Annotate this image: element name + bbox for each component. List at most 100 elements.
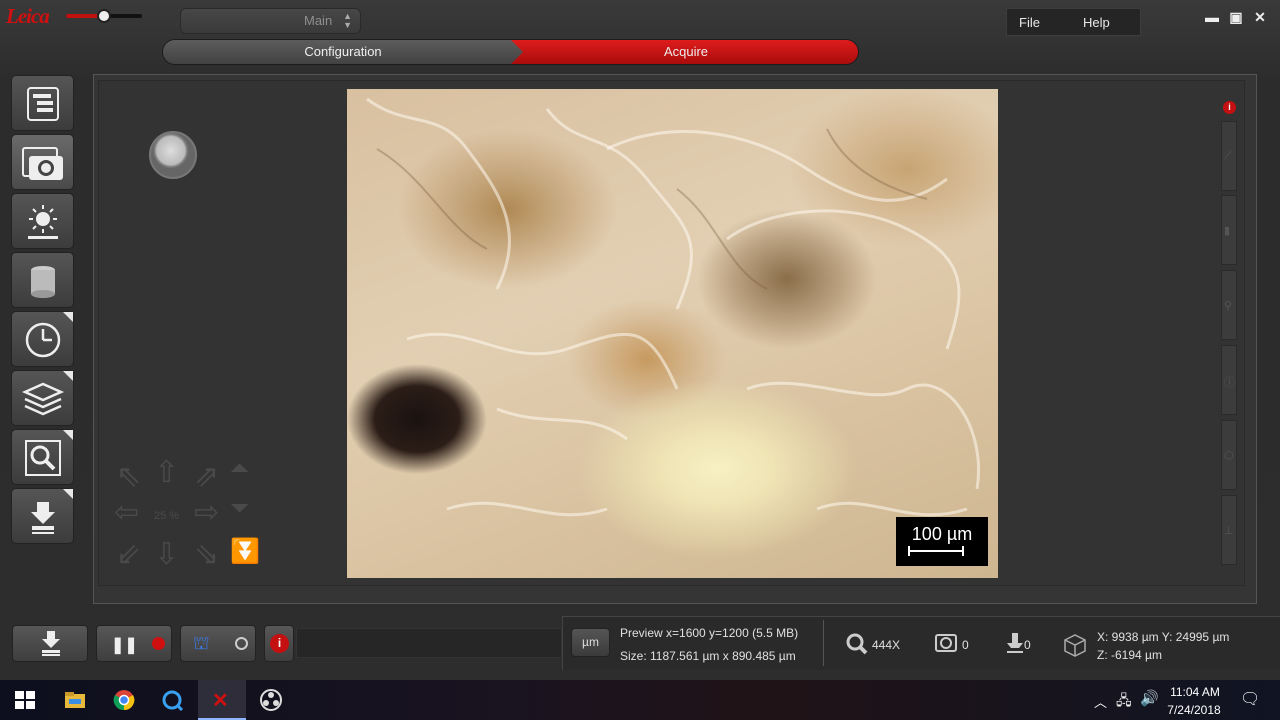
step-acquire[interactable]: Acquire bbox=[511, 40, 858, 64]
leica-taskbar-button[interactable]: ✕ bbox=[198, 680, 246, 720]
windows-taskbar bbox=[0, 680, 1280, 720]
alert-button[interactable]: i bbox=[264, 625, 294, 662]
zoom-inspect-icon bbox=[25, 440, 61, 476]
mode-select[interactable]: Main ▲ ▼ bbox=[180, 8, 361, 34]
pause-icon[interactable]: ❚❚ bbox=[111, 635, 138, 655]
acquire-image-button[interactable] bbox=[12, 625, 88, 662]
arrow-up-left-icon[interactable]: ⇖ bbox=[116, 459, 141, 494]
download-icon bbox=[42, 631, 60, 656]
focus-step-icon[interactable]: ⏷ bbox=[230, 495, 249, 523]
leica-app-icon: ✕ bbox=[212, 690, 229, 712]
exposure-counter-icon bbox=[935, 634, 957, 652]
updown-arrow-icon: ▲ ▼ bbox=[343, 11, 352, 30]
arrow-down-right-icon[interactable]: ⇘ bbox=[194, 537, 219, 572]
tool-time-lapse[interactable] bbox=[11, 311, 74, 367]
tool-illumination[interactable] bbox=[11, 193, 74, 249]
workflow-stepbar: Configuration Acquire bbox=[162, 39, 859, 65]
right-tool-3d[interactable]: ⬡ bbox=[1221, 420, 1237, 490]
stage-z-position: Z: -6194 µm bbox=[1097, 648, 1162, 662]
stage-navigation-pad: ⇖ ⇧ ⇗ ⏶ ⇦ 25 % ⇨ ⏷ ⇙ ⇩ ⇘ ⏬ bbox=[110, 455, 270, 580]
menu-file[interactable]: File bbox=[1019, 15, 1040, 30]
leica-logo: Leica bbox=[6, 4, 50, 28]
tool-workflow[interactable] bbox=[11, 75, 74, 131]
menubar: File Help bbox=[1006, 8, 1141, 36]
layout-icon: ▮ bbox=[1224, 225, 1231, 237]
unit-button[interactable]: µm bbox=[571, 628, 610, 657]
exposure-dial[interactable] bbox=[149, 131, 197, 179]
brightness-slider[interactable] bbox=[66, 9, 142, 23]
z-stack-icon bbox=[21, 382, 65, 416]
arrow-left-icon[interactable]: ⇦ bbox=[114, 495, 139, 530]
arrow-down-icon[interactable]: ⇩ bbox=[154, 537, 179, 572]
mode-select-value: Main bbox=[304, 13, 333, 28]
submenu-corner bbox=[63, 430, 73, 440]
tool-filter[interactable] bbox=[11, 252, 74, 308]
step-acquire-label: Acquire bbox=[663, 44, 709, 59]
arrow-up-icon[interactable]: ⇧ bbox=[154, 455, 179, 490]
capture-circle-icon[interactable] bbox=[235, 637, 248, 650]
menu-help[interactable]: Help bbox=[1083, 15, 1110, 30]
network-icon[interactable]: 🖧 bbox=[1116, 690, 1132, 714]
status-separator bbox=[823, 620, 824, 666]
workflow-icon bbox=[27, 87, 59, 121]
notifications-icon[interactable]: 🗨 bbox=[1240, 689, 1260, 709]
focus-down-icon[interactable]: ⏬ bbox=[230, 537, 260, 566]
counter-1-value: 0 bbox=[962, 638, 969, 652]
stage-icon: ⊥ bbox=[1224, 525, 1234, 537]
obs-icon[interactable] bbox=[259, 689, 283, 711]
tool-export[interactable] bbox=[11, 488, 74, 544]
volume-icon[interactable]: 🔊 bbox=[1140, 689, 1159, 707]
export-icon bbox=[31, 502, 55, 534]
taskbar-time[interactable]: 11:04 AM bbox=[1166, 685, 1224, 699]
focus-up-icon[interactable]: ⏶ bbox=[230, 455, 249, 483]
maximize-icon[interactable]: ▣ bbox=[1226, 8, 1246, 26]
status-size: Size: 1187.561 µm x 890.485 µm bbox=[620, 649, 796, 663]
time-lapse-icon bbox=[25, 322, 61, 358]
camera-icon bbox=[22, 147, 63, 180]
minimize-icon[interactable]: ▬ bbox=[1202, 8, 1222, 26]
taskbar-date[interactable]: 7/24/2018 bbox=[1163, 703, 1225, 717]
arrow-down-left-icon[interactable]: ⇙ bbox=[116, 537, 141, 572]
step-configuration-label: Configuration bbox=[304, 44, 382, 59]
tray-chevron-icon[interactable]: ︿ bbox=[1094, 692, 1107, 711]
illumination-icon bbox=[28, 205, 58, 239]
close-icon[interactable]: ✕ bbox=[1250, 8, 1270, 26]
slider-knob[interactable] bbox=[97, 9, 111, 23]
tool-camera[interactable] bbox=[11, 134, 74, 190]
submenu-corner bbox=[63, 312, 73, 322]
snapshot-icon[interactable]: ⛫ bbox=[193, 633, 210, 657]
status-preview: Preview x=1600 y=1200 (5.5 MB) bbox=[620, 624, 798, 642]
quicktime-icon[interactable] bbox=[161, 689, 185, 711]
magnification-value: 444X bbox=[872, 638, 901, 652]
record-icon[interactable] bbox=[152, 637, 165, 650]
stage-xy-position: X: 9938 µm Y: 24995 µm bbox=[1097, 630, 1230, 644]
chrome-icon[interactable] bbox=[112, 689, 136, 711]
right-tool-stage[interactable]: ⊥ bbox=[1221, 495, 1237, 565]
measure-icon: ⟋ bbox=[1224, 150, 1232, 162]
scale-bar-label: 100 µm bbox=[911, 524, 973, 544]
xyz-cube-icon bbox=[1064, 634, 1086, 657]
windows-start-icon[interactable] bbox=[13, 689, 37, 711]
submenu-corner bbox=[63, 489, 73, 499]
arrow-up-right-icon[interactable]: ⇗ bbox=[194, 459, 219, 494]
counter-2-value: 0 bbox=[1024, 638, 1031, 652]
scale-bar-line bbox=[908, 546, 964, 556]
tool-inspect[interactable] bbox=[11, 429, 74, 485]
live-microscope-image[interactable] bbox=[347, 89, 998, 578]
right-tool-measure[interactable]: ⟋ bbox=[1221, 121, 1237, 191]
search-icon: ⚲ bbox=[1224, 300, 1233, 312]
snapshot-controls: ⛫ bbox=[180, 625, 256, 662]
right-tool-layout[interactable]: ▮ bbox=[1221, 195, 1237, 265]
right-tool-search[interactable]: ⚲ bbox=[1221, 270, 1237, 340]
tool-z-stack[interactable] bbox=[11, 370, 74, 426]
arrow-right-icon[interactable]: ⇨ bbox=[194, 495, 219, 530]
recording-controls: ❚❚ bbox=[96, 625, 172, 662]
nav-zoom-label: 25 % bbox=[154, 510, 180, 522]
info-icon[interactable]: i bbox=[1223, 101, 1236, 114]
preview-text: Preview x=1600 y=1200 (5.5 MB) bbox=[620, 626, 799, 640]
filter-icon bbox=[31, 266, 55, 298]
file-explorer-icon[interactable] bbox=[63, 689, 87, 711]
scale-bar: 100 µm bbox=[896, 517, 988, 566]
step-configuration[interactable]: Configuration bbox=[163, 40, 523, 64]
right-tool-info[interactable]: ⓘ bbox=[1221, 345, 1237, 415]
